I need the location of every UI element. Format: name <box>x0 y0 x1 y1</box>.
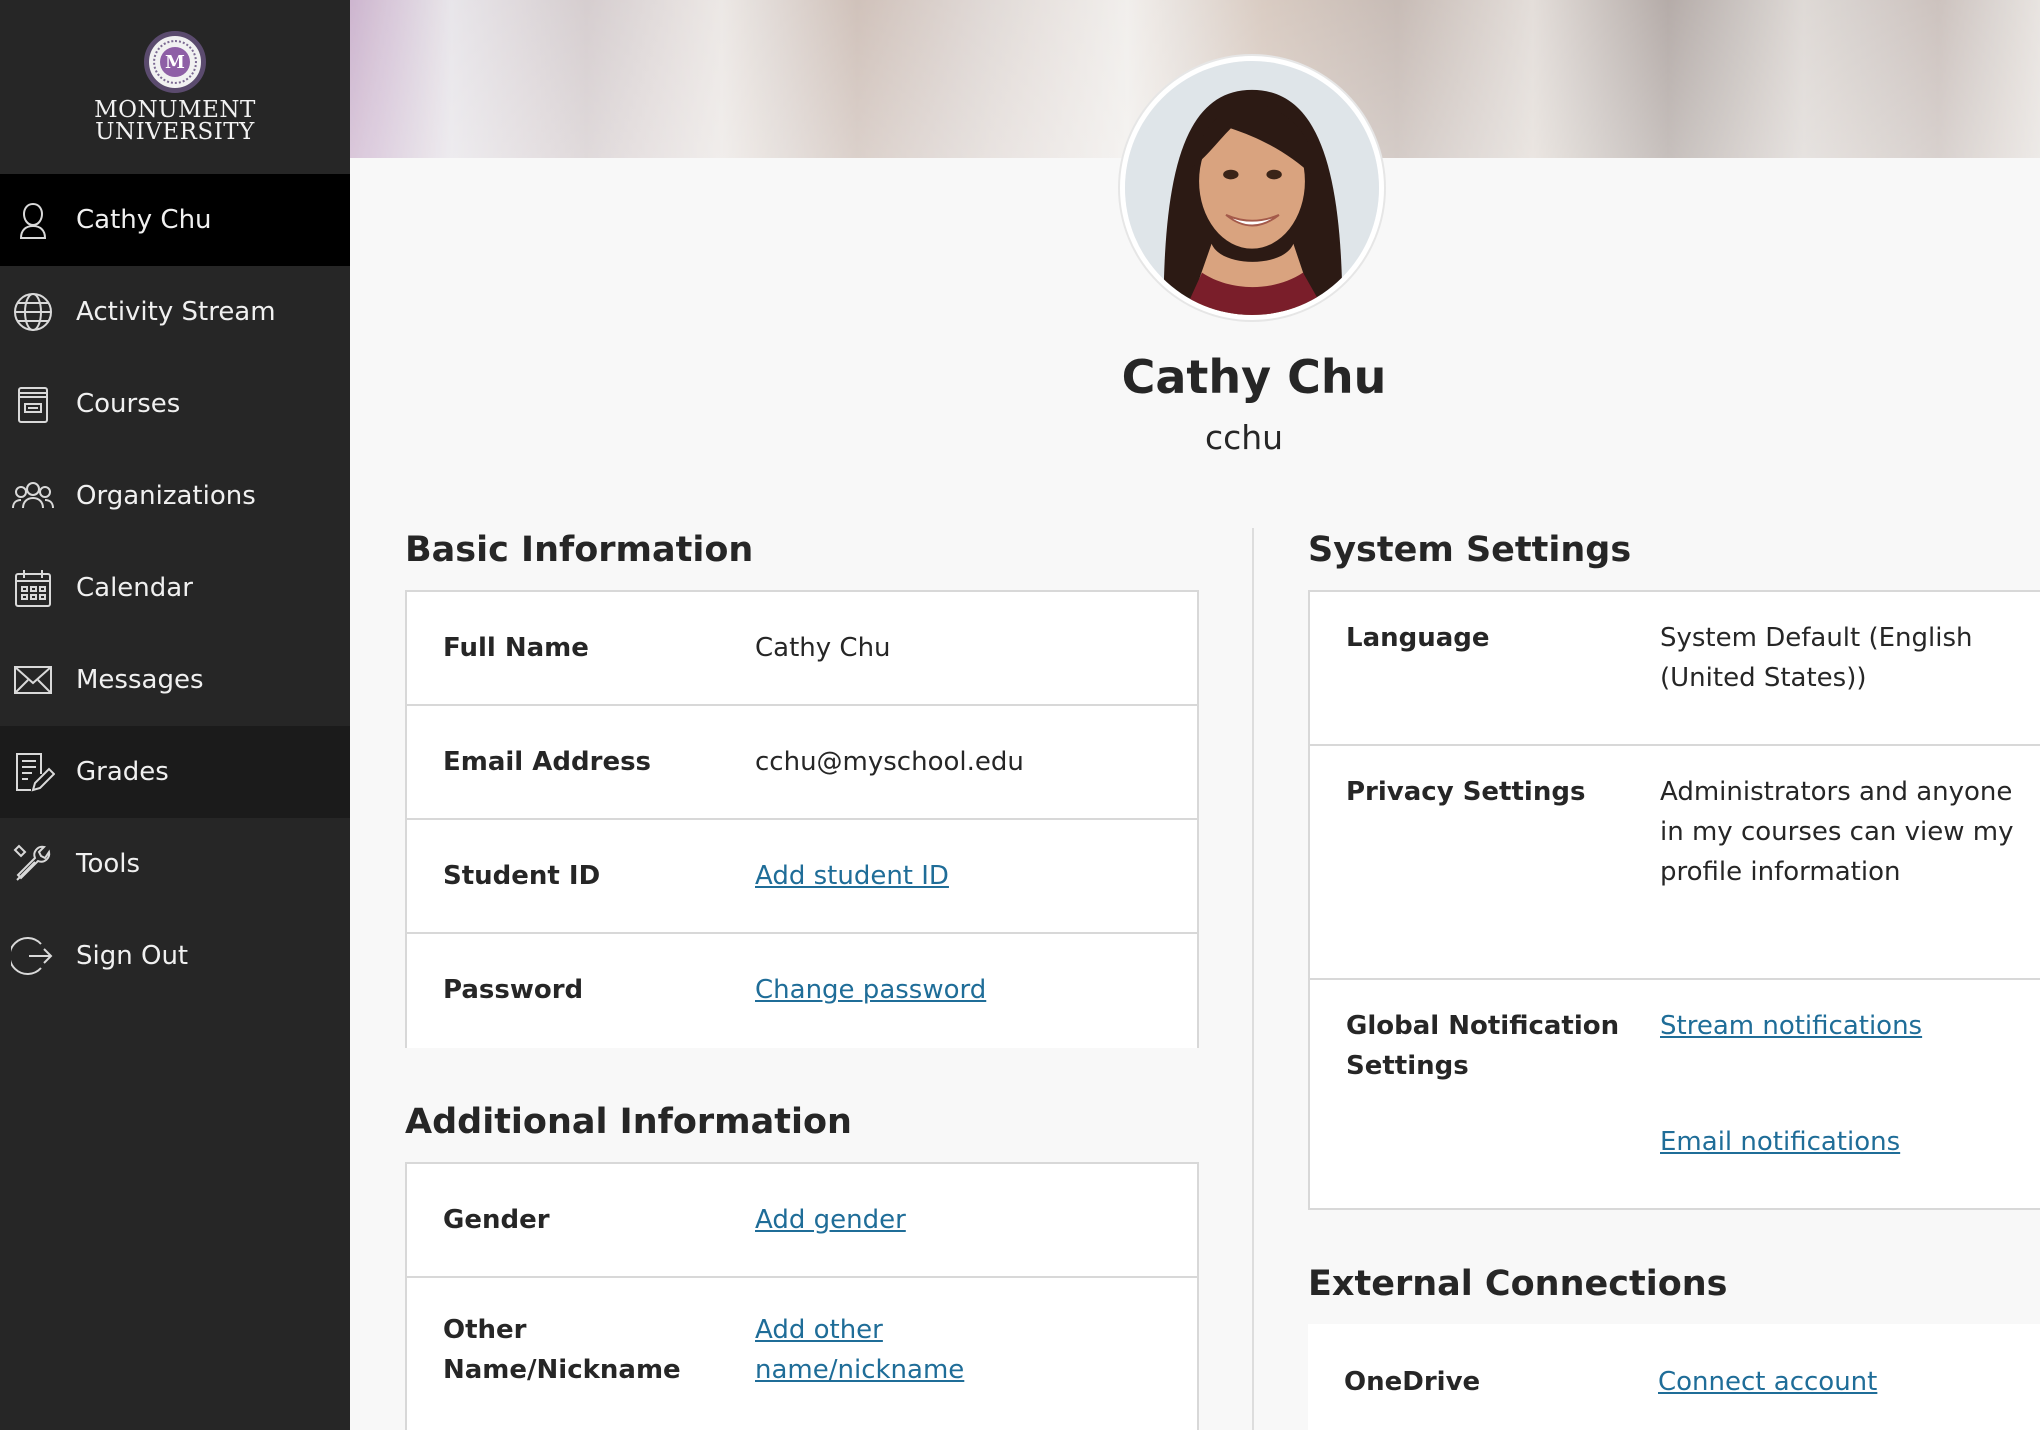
nav-item-grades[interactable]: Grades <box>0 726 350 818</box>
tools-icon <box>10 841 56 887</box>
sign-out-icon <box>10 933 56 979</box>
envelope-icon <box>10 657 56 703</box>
language-row: Language System Default (English (United… <box>1310 592 2040 746</box>
external-connections-card: OneDrive Connect account <box>1308 1324 2040 1430</box>
add-nickname-link[interactable]: Add other name/nickname <box>755 1315 964 1385</box>
nav-label: Grades <box>76 757 169 787</box>
nav-item-sign-out[interactable]: Sign Out <box>0 910 350 1002</box>
nav-label: Messages <box>76 665 204 695</box>
calendar-icon <box>10 565 56 611</box>
stream-notifications-link[interactable]: Stream notifications <box>1660 1011 1922 1041</box>
basic-information-card: Full Name Cathy Chu Email Address cchu@m… <box>405 590 1199 1048</box>
field-label: Gender <box>443 1205 550 1235</box>
nav-item-calendar[interactable]: Calendar <box>0 542 350 634</box>
email-notifications-link[interactable]: Email notifications <box>1660 1127 1900 1157</box>
grades-icon <box>10 749 56 795</box>
additional-information-heading: Additional Information <box>405 1102 852 1142</box>
system-settings-heading: System Settings <box>1308 530 1632 570</box>
nav-label: Cathy Chu <box>76 205 212 235</box>
sidebar: M MONUMENT UNIVERSITY Cathy Chu Activity… <box>0 0 350 1430</box>
password-row: Password Change password <box>407 934 1197 1046</box>
add-gender-link[interactable]: Add gender <box>755 1205 906 1235</box>
globe-icon <box>10 289 56 335</box>
nav-item-profile[interactable]: Cathy Chu <box>0 174 350 266</box>
nav-label: Tools <box>76 849 141 879</box>
seal-letter: M <box>160 47 190 77</box>
nav-item-messages[interactable]: Messages <box>0 634 350 726</box>
basic-information-heading: Basic Information <box>405 530 754 570</box>
brand-line-2: UNIVERSITY <box>95 119 255 145</box>
privacy-value: Administrators and anyone in my courses … <box>1660 777 2014 887</box>
main-nav: Cathy Chu Activity Stream Courses Organi… <box>0 174 350 1002</box>
full-name-row: Full Name Cathy Chu <box>407 592 1197 706</box>
left-column: Basic Information Full Name Cathy Chu Em… <box>405 528 1199 1430</box>
field-label: Other Name/Nickname <box>443 1315 681 1385</box>
field-label: Global Notification Settings <box>1346 1011 1620 1081</box>
right-column: System Settings Language System Default … <box>1308 528 2040 1430</box>
onedrive-row: OneDrive Connect account <box>1308 1324 2040 1430</box>
field-label: Full Name <box>443 633 589 663</box>
field-label: Language <box>1346 623 1490 653</box>
full-name-value: Cathy Chu <box>755 633 891 663</box>
group-icon <box>10 473 56 519</box>
connect-account-link[interactable]: Connect account <box>1658 1367 1877 1397</box>
nav-item-courses[interactable]: Courses <box>0 358 350 450</box>
student-id-row: Student ID Add student ID <box>407 820 1197 934</box>
add-student-id-link[interactable]: Add student ID <box>755 861 949 891</box>
additional-information-card: Gender Add gender Other Name/Nickname Ad… <box>405 1162 1199 1430</box>
profile-username: cchu <box>1204 418 1284 457</box>
nav-label: Organizations <box>76 481 256 511</box>
brand-name: MONUMENT UNIVERSITY <box>94 97 256 145</box>
language-value: System Default (English (United States)) <box>1660 623 1973 693</box>
university-seal-icon: M <box>144 31 206 93</box>
university-logo[interactable]: M MONUMENT UNIVERSITY <box>0 0 350 174</box>
nav-label: Sign Out <box>76 941 189 971</box>
field-label: Privacy Settings <box>1346 777 1586 807</box>
privacy-row: Privacy Settings Administrators and anyo… <box>1310 746 2040 980</box>
column-divider <box>1252 528 1254 1430</box>
nav-label: Calendar <box>76 573 193 603</box>
field-label: Password <box>443 975 584 1005</box>
gender-row: Gender Add gender <box>407 1164 1197 1278</box>
notification-row: Global Notification Settings Stream noti… <box>1310 980 2040 1208</box>
nav-item-tools[interactable]: Tools <box>0 818 350 910</box>
nickname-row: Other Name/Nickname Add other name/nickn… <box>407 1278 1197 1430</box>
nav-item-organizations[interactable]: Organizations <box>0 450 350 542</box>
email-row: Email Address cchu@myschool.edu <box>407 706 1197 820</box>
field-label: Email Address <box>443 747 652 777</box>
external-connections-heading: External Connections <box>1308 1264 1728 1304</box>
email-value: cchu@myschool.edu <box>755 747 1024 777</box>
brand-line-1: MONUMENT <box>94 97 256 123</box>
profile-avatar[interactable] <box>1120 56 1384 320</box>
nav-label: Courses <box>76 389 181 419</box>
profile-name: Cathy Chu <box>1121 350 1387 404</box>
change-password-link[interactable]: Change password <box>755 975 986 1005</box>
nav-label: Activity Stream <box>76 297 276 327</box>
field-label: Student ID <box>443 861 601 891</box>
nav-item-activity-stream[interactable]: Activity Stream <box>0 266 350 358</box>
field-label: OneDrive <box>1344 1367 1481 1397</box>
person-icon <box>10 197 56 243</box>
course-icon <box>10 381 56 427</box>
system-settings-card: Language System Default (English (United… <box>1308 590 2040 1210</box>
